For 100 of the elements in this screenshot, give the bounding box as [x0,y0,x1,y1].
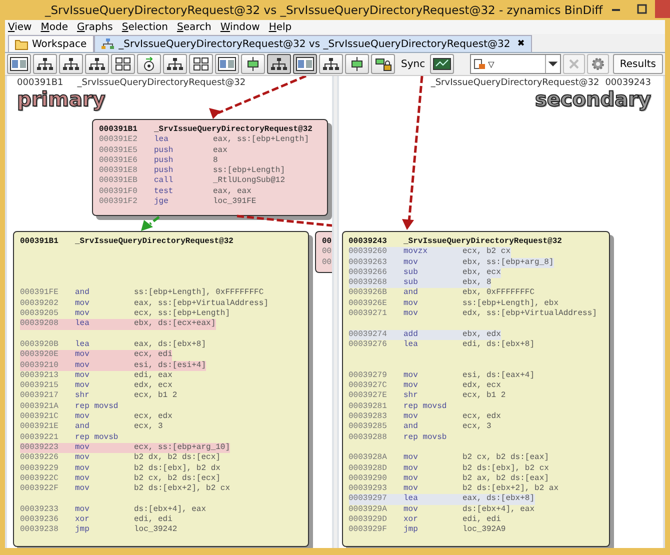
mnemonic: mov [404,258,419,268]
toolbar-button[interactable] [7,54,31,74]
instruction-address: 000391E5 [99,146,138,156]
results-button[interactable]: Results [612,54,663,74]
mnemonic: mov [404,453,419,464]
menu-item[interactable]: Help [266,22,298,32]
operands: ss:[ebp+Length] [213,166,286,176]
operands: b2 cx, b2 ds:[ecx] [134,474,220,484]
instruction-address: 00039221 [20,432,60,443]
operands: edi, eax [134,370,172,381]
toolbar-button[interactable] [345,54,369,74]
instruction-address: 00039276 [348,340,388,350]
instruction-address: 00039233 [20,504,60,516]
instruction-address: 0003928D [348,464,388,474]
operands: ebx, ss:[ebp+arg_8] [462,258,554,268]
mnemonic: rep movsd [75,402,120,412]
operands: edi, edi [462,515,501,525]
operands: ecx, ss:[ebp+Length] [134,309,230,319]
operands: _RtlULongSub@12 [213,176,286,187]
mnemonic: sub [404,278,419,288]
mnemonic: call [154,176,174,187]
mnemonic: shr [404,391,419,402]
mnemonic: mov [404,484,419,494]
window-icon [296,57,314,71]
instruction-address: 0003929F [348,525,388,536]
mnemonic: mov [75,350,90,361]
menu-item[interactable]: Mode [38,22,74,32]
mnemonic: mov [404,412,419,422]
code-block[interactable]: 00 00 00 [315,231,332,273]
operands: eax, ss:[ebp+Length] [213,135,310,146]
mnemonic: jmp [75,525,90,536]
operands: ecx, b2 cx [462,247,511,258]
mnemonic: lea [75,319,90,330]
mnemonic: push [154,166,174,176]
window-icon [218,57,236,71]
toolbar-button[interactable] [215,54,239,74]
function-name: _SrvIssueQueryDirectoryRequest@32 [77,78,246,88]
dropdown-arrow-icon[interactable] [544,55,560,73]
instruction-address: 000391E8 [99,166,138,176]
instruction-address: 0003920E [20,350,60,361]
toolbar-button[interactable] [163,54,187,74]
instruction-address: 0003927E [348,391,388,402]
toolbar-button[interactable] [267,54,291,74]
mnemonic: rep movsd [404,402,448,412]
toolbar-button[interactable] [33,54,57,74]
toolbar-button[interactable] [189,54,213,74]
mnemonic: mov [404,474,419,484]
settings-button[interactable] [586,54,609,74]
operands: loc_392A9 [462,525,506,536]
window-title: _SrvIssueQueryDirectoryRequest@32 vs _SrvIssueQueryDirectoryRequest@32 - zynamics BinDiff [45,3,603,17]
menu-item[interactable]: Window [217,22,266,32]
operands: eax, ds:[ebx+8] [134,340,206,350]
search-combo[interactable]: ▽ [470,54,561,74]
operands: esi, ds:[esi+4] [134,360,206,371]
toolbar-button[interactable] [319,54,343,74]
tab[interactable]: Workspace [8,35,94,52]
instruction-address: 00 [322,258,332,268]
toolbar-button[interactable] [371,54,395,74]
instruction-address: 00039293 [348,484,388,494]
instruction-address: 0003921A [20,402,60,412]
toolbar-button[interactable] [85,54,109,74]
operands: edx, ecx [462,381,501,391]
instruction-address: 0003922C [20,474,60,484]
mnemonic: jmp [404,525,419,536]
settings-icon [590,57,605,71]
operands: edi, edi [134,515,172,525]
mnemonic: mov [404,381,419,391]
menu-item[interactable]: Search [174,22,218,32]
document-icon [474,58,486,70]
toolbar-button[interactable] [59,54,83,74]
menu-item[interactable]: View [5,22,38,32]
mnemonic: mov [404,370,419,382]
folder-icon [15,38,28,50]
mnemonic: mov [75,453,90,464]
instruction-address: 00039213 [20,370,60,382]
instruction-address: 00039208 [20,319,60,330]
operands: eax, ss:[ebp+VirtualAddress] [134,298,268,309]
instruction-address: 000391E2 [99,135,138,146]
toolbar-button[interactable] [241,54,265,74]
mnemonic: mov [75,464,90,474]
toolbar-button[interactable] [111,54,135,74]
grid-icon [114,57,132,71]
mnemonic: rep movsb [404,432,448,443]
tab[interactable]: _SrvIssueQueryDirectoryRequest@32 vs _SrvIssueQueryDirectoryRequest@32 ✖ [94,35,532,52]
instruction-address: 00039217 [20,391,60,402]
tree-icon [166,57,184,71]
lock-icon [374,57,392,71]
menu-item[interactable]: Graphs [74,22,119,32]
toolbar-button[interactable] [137,54,161,74]
toolbar-button[interactable] [293,54,317,74]
block-title: _SrvIssueQueryDirectoryRequest@32 [154,125,312,135]
instruction-address: 0003927C [348,381,388,392]
instruction-address: 00 [322,247,332,258]
mnemonic: mov [75,360,90,371]
instruction-address: 00039215 [20,381,60,392]
menu-item[interactable]: Selection [118,22,174,32]
sync-button[interactable] [430,54,454,74]
operands: ecx, ss:[ebp+arg_10] [134,442,230,453]
mnemonic: mov [75,381,90,391]
mnemonic: rep movsb [75,432,120,443]
